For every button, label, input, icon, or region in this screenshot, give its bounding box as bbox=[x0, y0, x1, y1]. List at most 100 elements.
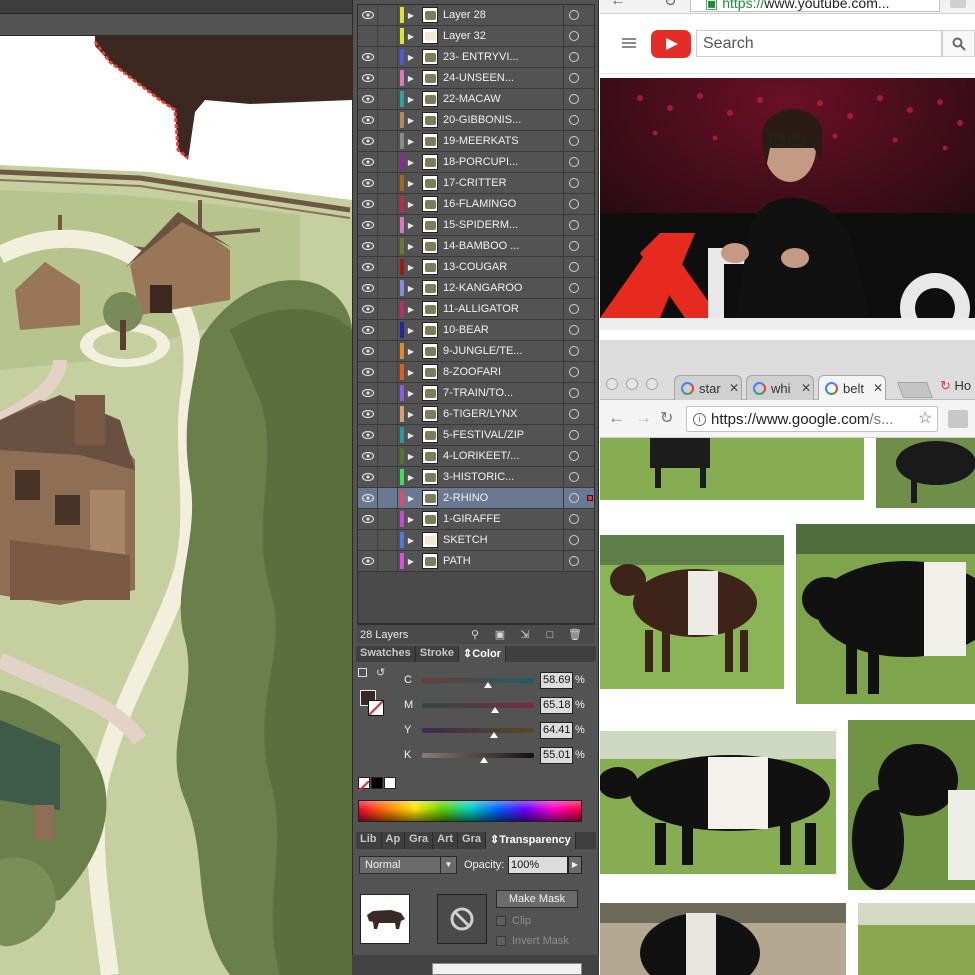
layer-row[interactable]: ▶ 5-FESTIVAL/ZIP bbox=[358, 424, 594, 446]
layer-name[interactable]: 23- ENTRYVI... bbox=[443, 51, 563, 63]
visibility-toggle[interactable] bbox=[358, 488, 378, 508]
expand-triangle-icon[interactable]: ▶ bbox=[404, 515, 418, 524]
lock-toggle[interactable] bbox=[378, 530, 398, 550]
black-swatch[interactable] bbox=[371, 777, 383, 789]
expand-triangle-icon[interactable]: ▶ bbox=[404, 158, 418, 167]
layer-row[interactable]: ▶ 18-PORCUPI... bbox=[358, 151, 594, 173]
layer-row[interactable]: ▶ 6-TIGER/LYNX bbox=[358, 403, 594, 425]
expand-triangle-icon[interactable]: ▶ bbox=[404, 284, 418, 293]
lock-toggle[interactable] bbox=[378, 173, 398, 193]
close-icon[interactable]: ✕ bbox=[729, 381, 739, 395]
image-result[interactable] bbox=[876, 438, 975, 508]
expand-triangle-icon[interactable]: ▶ bbox=[404, 116, 418, 125]
layer-row[interactable]: ▶ 7-TRAIN/TO... bbox=[358, 382, 594, 404]
layer-row[interactable]: ▶ 2-RHINO bbox=[358, 487, 594, 509]
magenta-slider[interactable] bbox=[422, 702, 534, 713]
visibility-toggle[interactable] bbox=[358, 446, 378, 466]
target-circle-icon[interactable] bbox=[569, 430, 579, 440]
black-slider[interactable] bbox=[422, 752, 534, 763]
expand-triangle-icon[interactable]: ▶ bbox=[404, 32, 418, 41]
layer-name[interactable]: 8-ZOOFARI bbox=[443, 366, 563, 378]
lock-toggle[interactable] bbox=[378, 446, 398, 466]
visibility-toggle[interactable] bbox=[358, 425, 378, 445]
layer-row[interactable]: ▶ 22-MACAW bbox=[358, 88, 594, 110]
image-result[interactable] bbox=[848, 720, 975, 890]
expand-triangle-icon[interactable]: ▶ bbox=[404, 242, 418, 251]
visibility-toggle[interactable] bbox=[358, 299, 378, 319]
browser-tab[interactable]: belt ✕ bbox=[818, 375, 886, 400]
magenta-value-input[interactable]: 65.18 bbox=[540, 696, 573, 714]
reload-icon[interactable]: ↻ bbox=[660, 408, 673, 428]
youtube-address-bar[interactable]: ▣ https://www.youtube.com... bbox=[690, 0, 940, 12]
layer-row[interactable]: ▶ 11-ALLIGATOR bbox=[358, 298, 594, 320]
layer-row[interactable]: ▶ 1-GIRAFFE bbox=[358, 508, 594, 530]
image-result[interactable] bbox=[600, 731, 836, 874]
expand-triangle-icon[interactable]: ▶ bbox=[404, 431, 418, 440]
expand-triangle-icon[interactable]: ▶ bbox=[404, 368, 418, 377]
zoom-window-button[interactable] bbox=[646, 378, 658, 390]
make-clipping-mask-icon[interactable]: ▣ bbox=[492, 628, 508, 642]
color-spectrum-bar[interactable] bbox=[358, 800, 582, 822]
target-circle-icon[interactable] bbox=[569, 388, 579, 398]
layer-name[interactable]: Layer 32 bbox=[443, 30, 563, 42]
close-icon[interactable]: ✕ bbox=[801, 381, 811, 395]
expand-triangle-icon[interactable]: ▶ bbox=[404, 200, 418, 209]
lock-toggle[interactable] bbox=[378, 341, 398, 361]
target-circle-icon[interactable] bbox=[569, 304, 579, 314]
none-swatch[interactable] bbox=[358, 777, 370, 792]
target-circle-icon[interactable] bbox=[569, 325, 579, 335]
visibility-toggle[interactable] bbox=[358, 173, 378, 193]
target-circle-icon[interactable] bbox=[569, 31, 579, 41]
target-circle-icon[interactable] bbox=[569, 52, 579, 62]
tab-transparency[interactable]: ⇕Transparency bbox=[486, 832, 576, 849]
back-arrow-icon[interactable]: ← bbox=[610, 0, 626, 10]
expand-triangle-icon[interactable]: ▶ bbox=[404, 221, 418, 230]
layer-row[interactable]: ▶ 10-BEAR bbox=[358, 319, 594, 341]
lock-toggle[interactable] bbox=[378, 131, 398, 151]
layer-name[interactable]: 17-CRITTER bbox=[443, 177, 563, 189]
trash-icon[interactable]: 🗑 bbox=[567, 628, 583, 642]
back-arrow-icon[interactable]: ← bbox=[608, 408, 625, 428]
layer-row[interactable]: ▶ Layer 28 bbox=[358, 4, 594, 26]
expand-triangle-icon[interactable]: ▶ bbox=[404, 95, 418, 104]
layer-name[interactable]: 22-MACAW bbox=[443, 93, 563, 105]
lock-toggle[interactable] bbox=[378, 68, 398, 88]
video-player[interactable] bbox=[600, 78, 975, 318]
lock-toggle[interactable] bbox=[378, 26, 398, 46]
layer-row[interactable]: ▶ 8-ZOOFARI bbox=[358, 361, 594, 383]
swap-fill-stroke-icon[interactable]: ↺ bbox=[376, 666, 385, 679]
expand-triangle-icon[interactable]: ▶ bbox=[404, 536, 418, 545]
image-result[interactable] bbox=[600, 903, 846, 975]
hamburger-menu-icon[interactable] bbox=[622, 38, 636, 48]
layer-row[interactable]: ▶ 9-JUNGLE/TE... bbox=[358, 340, 594, 362]
layer-row[interactable]: ▶ SKETCH bbox=[358, 529, 594, 551]
lock-toggle[interactable] bbox=[378, 299, 398, 319]
lock-toggle[interactable] bbox=[378, 152, 398, 172]
target-circle-icon[interactable] bbox=[569, 283, 579, 293]
layer-name[interactable]: Layer 28 bbox=[443, 9, 563, 21]
target-circle-icon[interactable] bbox=[569, 556, 579, 566]
visibility-toggle[interactable] bbox=[358, 215, 378, 235]
layer-row[interactable]: ▶ 16-FLAMINGO bbox=[358, 193, 594, 215]
lock-toggle[interactable] bbox=[378, 194, 398, 214]
create-sublayer-icon[interactable]: ⇲ bbox=[517, 628, 533, 642]
layer-name[interactable]: 2-RHINO bbox=[443, 492, 563, 504]
reload-icon[interactable]: ↻ bbox=[664, 0, 677, 10]
layer-row[interactable]: ▶ 13-COUGAR bbox=[358, 256, 594, 278]
selection-indicator-icon[interactable] bbox=[587, 495, 593, 501]
horizontal-scrollbar[interactable] bbox=[432, 963, 582, 975]
forward-arrow-icon[interactable]: → bbox=[635, 408, 652, 428]
new-tab-button[interactable] bbox=[897, 382, 933, 398]
visibility-toggle[interactable] bbox=[358, 236, 378, 256]
clip-checkbox[interactable] bbox=[496, 916, 506, 926]
layer-row[interactable]: ▶ Layer 32 bbox=[358, 25, 594, 47]
youtube-logo[interactable] bbox=[651, 30, 691, 58]
visibility-toggle[interactable] bbox=[358, 68, 378, 88]
tab-graphic-styles[interactable]: Gra bbox=[405, 832, 434, 849]
layer-name[interactable]: 12-KANGAROO bbox=[443, 282, 563, 294]
expand-triangle-icon[interactable]: ▶ bbox=[404, 137, 418, 146]
layer-name[interactable]: 11-ALLIGATOR bbox=[443, 303, 563, 315]
layer-name[interactable]: 15-SPIDERM... bbox=[443, 219, 563, 231]
visibility-toggle[interactable] bbox=[358, 47, 378, 67]
visibility-toggle[interactable] bbox=[358, 131, 378, 151]
